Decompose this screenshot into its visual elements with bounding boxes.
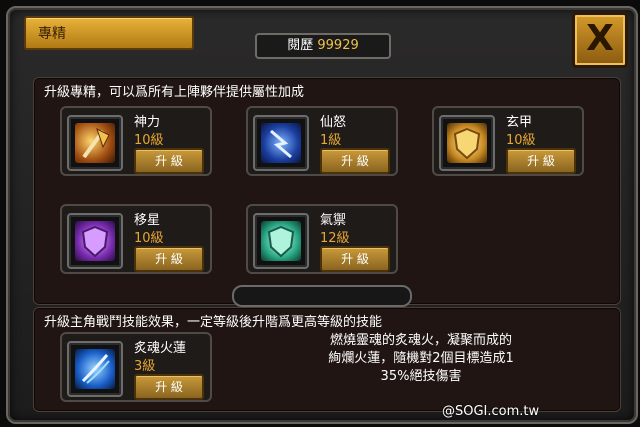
skill-card-dark-armor: 玄甲 10級 升 級 — [432, 106, 584, 176]
skill-name: 炙魂火蓮 — [134, 341, 187, 356]
upgrade-button[interactable]: 升 級 — [134, 148, 204, 174]
close-button[interactable]: X — [572, 12, 628, 68]
upgrade-button[interactable]: 升 級 — [134, 246, 204, 272]
upgrade-button[interactable]: 升 級 — [506, 148, 576, 174]
skill-name: 仙怒 — [320, 115, 347, 130]
skill-name: 神力 — [134, 115, 161, 130]
skill-card-star-shift: 移星 10級 升 級 — [60, 204, 212, 274]
skill-name: 移星 — [134, 213, 161, 228]
skill-name: 氣禦 — [320, 213, 347, 228]
experience-value: 99929 — [317, 38, 359, 53]
description-line: 35%絕技傷害 — [380, 369, 462, 384]
skill-level: 3級 — [134, 359, 156, 374]
upgrade-button[interactable]: 升 級 — [320, 148, 390, 174]
skill-name: 玄甲 — [506, 115, 533, 130]
axe-icon[interactable] — [67, 115, 123, 171]
blue-slash-icon[interactable] — [67, 341, 123, 397]
experience-counter: 閱歷 99929 — [255, 33, 391, 59]
skill-card-immortal-rage: 仙怒 1級 升 級 — [246, 106, 398, 176]
upgrade-button[interactable]: 升 級 — [134, 374, 204, 400]
horizontal-scrollbar[interactable] — [232, 285, 412, 307]
skill-level: 10級 — [134, 133, 164, 148]
combat-skill-heading: 升級主角戰鬥技能效果，一定等級後升階爲更高等級的技能 — [44, 315, 383, 330]
description-line: 絢爛火蓮，隨機對2個目標造成1 — [328, 351, 514, 366]
skill-description: 燃燒靈魂的炙魂火，凝聚而成的 絢爛火蓮，隨機對2個目標造成1 35%絕技傷害 — [306, 332, 536, 386]
purple-shield-icon[interactable] — [67, 213, 123, 269]
skill-level: 10級 — [506, 133, 536, 148]
skill-level: 10級 — [134, 231, 164, 246]
window-title-tab: 專精 — [24, 16, 194, 50]
gold-shield-icon[interactable] — [439, 115, 495, 171]
window-title: 專精 — [38, 26, 66, 42]
skill-level: 1級 — [320, 133, 342, 148]
mastery-heading: 升級專精，可以爲所有上陣夥伴提供屬性加成 — [44, 85, 305, 100]
description-line: 燃燒靈魂的炙魂火，凝聚而成的 — [329, 333, 512, 348]
skill-card-qi-defense: 氣禦 12級 升 級 — [246, 204, 398, 274]
mastery-panel: 升級專精，可以爲所有上陣夥伴提供屬性加成 神力 10級 升 級 仙怒 1級 升 … — [33, 77, 621, 305]
skill-card-divine-power: 神力 10級 升 級 — [60, 106, 212, 176]
skill-card-soul-fire-lotus: 炙魂火蓮 3級 升 級 — [60, 332, 212, 402]
skill-level: 12級 — [320, 231, 350, 246]
green-shield-icon[interactable] — [253, 213, 309, 269]
lightning-icon[interactable] — [253, 115, 309, 171]
experience-label: 閱歷 — [287, 38, 314, 53]
upgrade-button[interactable]: 升 級 — [320, 246, 390, 272]
watermark: @SOGI.com.tw — [442, 404, 540, 419]
